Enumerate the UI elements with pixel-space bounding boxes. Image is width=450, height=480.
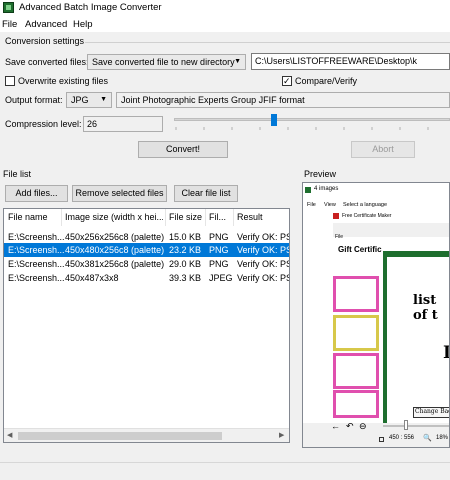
inner-menu-language: Select a language (343, 202, 388, 208)
cell-file-name: E:\Screensh... (8, 273, 64, 283)
inner-thumb-image (333, 276, 379, 312)
save-mode-dropdown[interactable]: Save converted file to new directory ▼ (87, 54, 246, 70)
save-mode-value: Save converted file to new directory (92, 57, 235, 67)
table-row[interactable]: E:\Screensh... 450x381x256c8 (palette) 2… (4, 257, 289, 271)
output-format-label: Output format: (5, 95, 63, 105)
inner-menu-file: File (307, 202, 316, 208)
cell-file-name: E:\Screensh... (8, 259, 64, 269)
inner-gift-text: Gift Certific (338, 245, 382, 254)
menu-bar: File Advanced Help (0, 16, 450, 32)
cell-file-type: PNG (209, 245, 229, 255)
abort-button[interactable]: Abort (351, 141, 415, 158)
arrow-left-icon: ← (331, 421, 340, 431)
preview-pane: 4 images File View Select a language Fre… (302, 182, 450, 448)
format-description-field: Joint Photographic Experts Group JFIF fo… (116, 92, 450, 108)
search-icon: 🔍 (423, 435, 432, 442)
inner-change-button: Change Backg (413, 407, 449, 418)
save-files-label: Save converted files: (5, 57, 89, 67)
compression-level-field[interactable]: 26 (83, 116, 163, 132)
cell-image-size: 450x381x256c8 (palette) (65, 259, 165, 269)
remove-selected-button[interactable]: Remove selected files (72, 185, 167, 202)
cell-file-size: 23.2 KB (169, 245, 202, 255)
cell-file-size: 29.0 KB (169, 259, 202, 269)
table-row[interactable]: E:\Screensh... 450x487x3x8 39.3 KB JPEG … (4, 271, 289, 285)
inner-app-icon (305, 187, 311, 193)
title-bar: Advanced Batch Image Converter (0, 0, 450, 16)
menu-help[interactable]: Help (73, 19, 93, 30)
inner-certificate (387, 257, 449, 429)
compression-level-label: Compression level: (5, 119, 82, 129)
clear-list-button[interactable]: Clear file list (174, 185, 238, 202)
column-header-image-size[interactable]: Image size (width x hei... (65, 212, 163, 222)
compare-verify-checkbox[interactable] (282, 75, 292, 87)
overwrite-label: Overwrite existing files (18, 76, 109, 86)
compression-slider-track[interactable] (174, 118, 450, 121)
cell-result: Verify OK: PSI (237, 245, 290, 255)
app-icon (3, 2, 14, 13)
cell-file-name: E:\Screensh... (8, 245, 64, 255)
inner-doc-icon (333, 213, 339, 219)
table-row-selected[interactable]: E:\Screensh... 450x480x256c8 (palette) 2… (4, 243, 289, 257)
conversion-settings-label: Conversion settings (5, 36, 85, 46)
inner-file-label: File (335, 234, 344, 240)
divider (85, 42, 450, 43)
cell-image-size: 450x480x256c8 (palette) (65, 245, 165, 255)
cell-file-size: 39.3 KB (169, 273, 202, 283)
menu-file[interactable]: File (2, 19, 17, 30)
compression-slider-thumb[interactable] (271, 114, 277, 126)
chevron-left-icon[interactable]: ◀ (7, 431, 12, 439)
preview-label: Preview (304, 169, 337, 179)
add-files-button[interactable]: Add files... (5, 185, 68, 202)
inner-doc-title: Free Certificate Maker (342, 213, 392, 219)
column-header-result[interactable]: Result (237, 212, 289, 222)
undo-icon: ↶ (346, 421, 354, 431)
file-list-table[interactable]: File name Image size (width x hei... Fil… (3, 208, 290, 443)
inner-big-letter: Ij (443, 343, 449, 363)
column-header-file-size[interactable]: File size (169, 212, 205, 222)
cell-file-name: E:\Screensh... (8, 232, 64, 242)
horizontal-scrollbar[interactable]: ◀ ▶ (4, 428, 289, 442)
output-directory-field[interactable]: C:\Users\LISTOFFREEWARE\Desktop\k (251, 53, 450, 70)
chevron-down-icon: ▼ (100, 96, 107, 103)
cell-result: Verify OK: PSI (237, 259, 290, 269)
inner-thumb-image (333, 353, 379, 389)
zoom-out-icon: ⊖ (359, 421, 367, 431)
scrollbar-thumb[interactable] (18, 432, 222, 440)
inner-status-dims: 450 : 556 (389, 435, 415, 441)
slider-ticks (175, 127, 429, 130)
cell-file-type: PNG (209, 259, 229, 269)
inner-thumb-image (333, 390, 379, 418)
output-format-dropdown[interactable]: JPG ▼ (66, 92, 112, 108)
chevron-down-icon: ▼ (234, 58, 241, 65)
status-bar (0, 462, 450, 480)
output-format-value: JPG (71, 95, 89, 105)
menu-advanced[interactable]: Advanced (25, 19, 67, 30)
cell-result: Verify OK: PSI (237, 232, 290, 242)
inner-menu-view: View (324, 202, 336, 208)
window-title: Advanced Batch Image Converter (19, 2, 162, 13)
inner-status-zoom: 18% (436, 435, 449, 441)
cell-file-type: JPEG (209, 273, 233, 283)
cell-file-type: PNG (209, 232, 229, 242)
column-header-file-type[interactable]: Fil... (209, 212, 233, 222)
inner-list-text: list of t (413, 293, 438, 323)
cell-result: Verify OK: PSI (237, 273, 290, 283)
file-list-label: File list (3, 169, 32, 179)
image-size-icon (379, 437, 384, 442)
cell-image-size: 450x487x3x8 (65, 273, 119, 283)
compare-verify-label: Compare/Verify (295, 76, 358, 86)
column-header-file-name[interactable]: File name (8, 212, 62, 222)
cell-file-size: 15.0 KB (169, 232, 202, 242)
chevron-right-icon[interactable]: ▶ (279, 431, 284, 439)
inner-window-title: 4 images (314, 186, 339, 192)
table-header: File name Image size (width x hei... Fil… (4, 209, 289, 226)
convert-button[interactable]: Convert! (138, 141, 228, 158)
table-row[interactable]: E:\Screensh... 450x256x256c8 (palette) 1… (4, 230, 289, 244)
inner-thumb-image (333, 315, 379, 351)
overwrite-checkbox[interactable] (5, 76, 15, 86)
cell-image-size: 450x256x256c8 (palette) (65, 232, 165, 242)
